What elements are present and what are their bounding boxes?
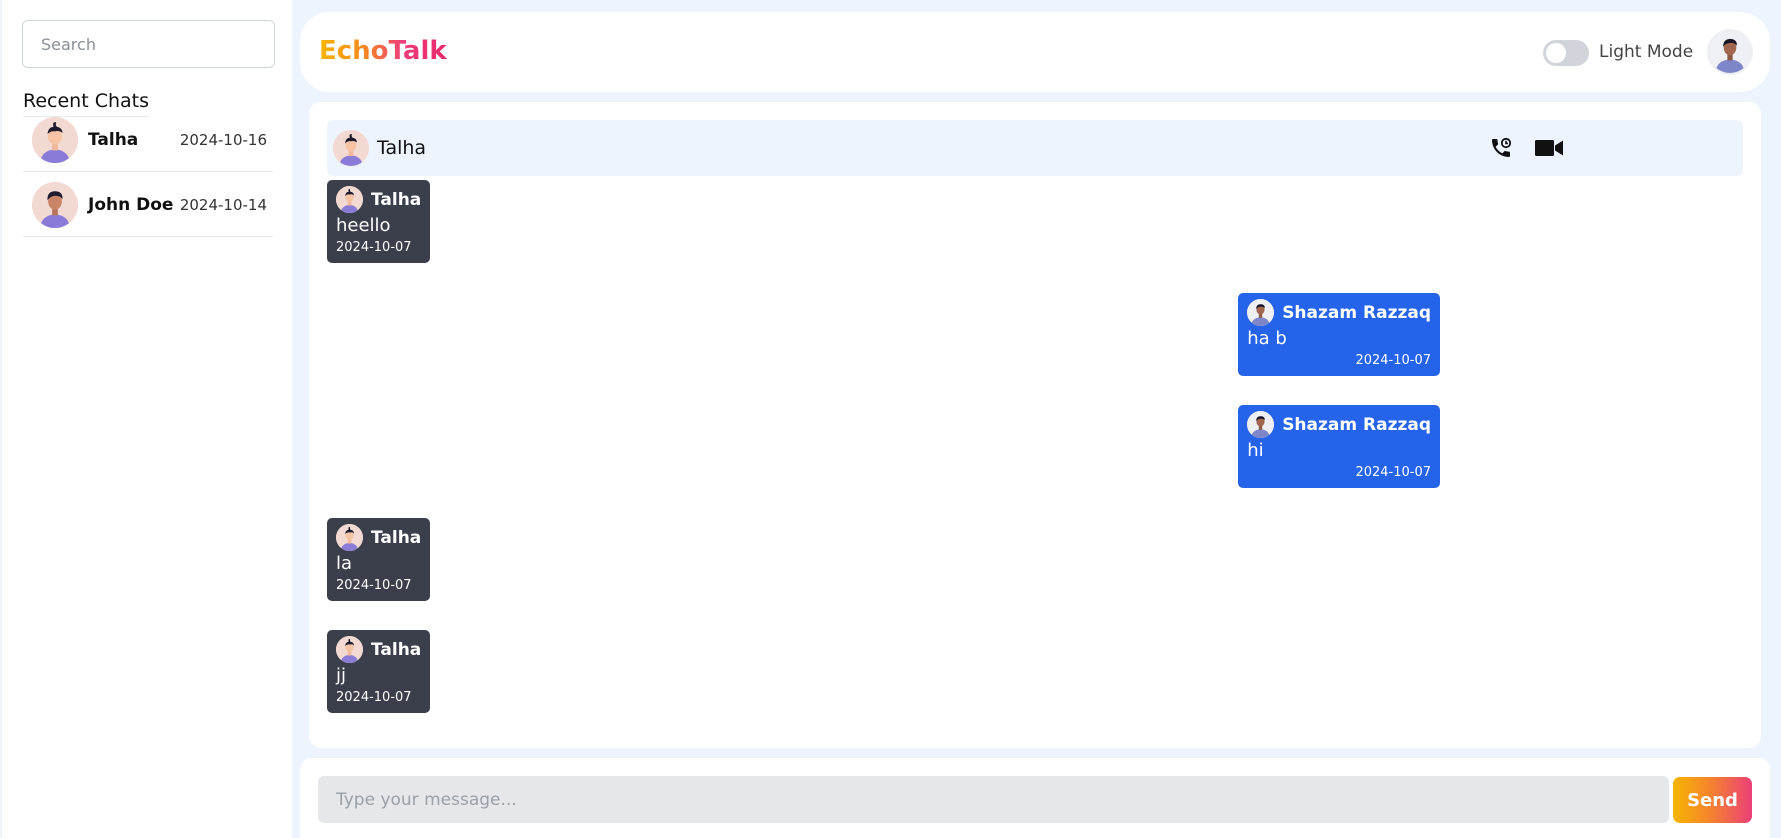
recent-chat-date: 2024-10-16 [179,130,267,149]
sender-avatar [336,524,363,551]
recent-chat-item-john-doe[interactable]: John Doe 2024-10-14 [23,173,273,237]
message-text: hi [1247,440,1264,461]
message-sender: Talha [371,527,422,548]
message-sender: Talha [371,189,422,210]
app-header: EchoTalk Light Mode [300,12,1770,92]
sender-avatar [1247,299,1275,326]
chat-header: Talha [327,120,1743,176]
avatar [32,116,78,163]
message-text: heello [336,215,391,236]
recent-chat-name: Talha [88,129,139,150]
message-date: 2024-10-07 [336,690,412,705]
message-bubble-outgoing: Shazam Razzaq hi 2024-10-07 [1238,405,1440,488]
toggle-knob [1546,43,1566,63]
message-date: 2024-10-07 [336,578,412,593]
theme-mode-label: Light Mode [1599,42,1694,62]
send-button[interactable]: Send [1673,777,1752,823]
recent-chat-item-talha[interactable]: Talha 2024-10-16 [23,108,273,172]
message-text: jj [336,665,347,686]
message-text: la [336,553,353,574]
message-date: 2024-10-07 [1355,353,1431,368]
phone-call-icon[interactable] [1487,136,1515,160]
message-date: 2024-10-07 [336,240,412,255]
theme-toggle[interactable] [1543,40,1589,66]
recent-chat-date: 2024-10-14 [179,195,267,214]
message-date: 2024-10-07 [1355,465,1431,480]
contact-avatar [333,130,369,166]
message-bubble-incoming: Talha la 2024-10-07 [327,518,431,601]
contact-name: Talha [377,137,427,159]
message-composer: Send [300,758,1770,838]
message-bubble-incoming: Talha heello 2024-10-07 [327,180,431,263]
avatar [32,181,78,228]
message-bubble-incoming: Talha jj 2024-10-07 [327,630,431,713]
message-sender: Talha [371,639,422,660]
message-bubble-outgoing: Shazam Razzaq ha b 2024-10-07 [1238,293,1440,376]
recent-chat-name: John Doe [88,194,174,215]
message-sender: Shazam Razzaq [1282,414,1431,435]
chat-panel: Talha [309,102,1761,748]
message-sender: Shazam Razzaq [1282,302,1431,323]
video-camera-icon[interactable] [1534,137,1564,159]
sidebar: Recent Chats Talha 2024-10-16 John Doe 2… [0,0,292,838]
sender-avatar [336,636,363,663]
sender-avatar [1247,411,1275,438]
sender-avatar [336,186,363,213]
user-avatar[interactable] [1709,31,1751,73]
message-input[interactable] [318,776,1669,823]
message-text: ha b [1247,328,1287,349]
search-input[interactable] [22,20,275,68]
app-logo[interactable]: EchoTalk [319,36,447,66]
